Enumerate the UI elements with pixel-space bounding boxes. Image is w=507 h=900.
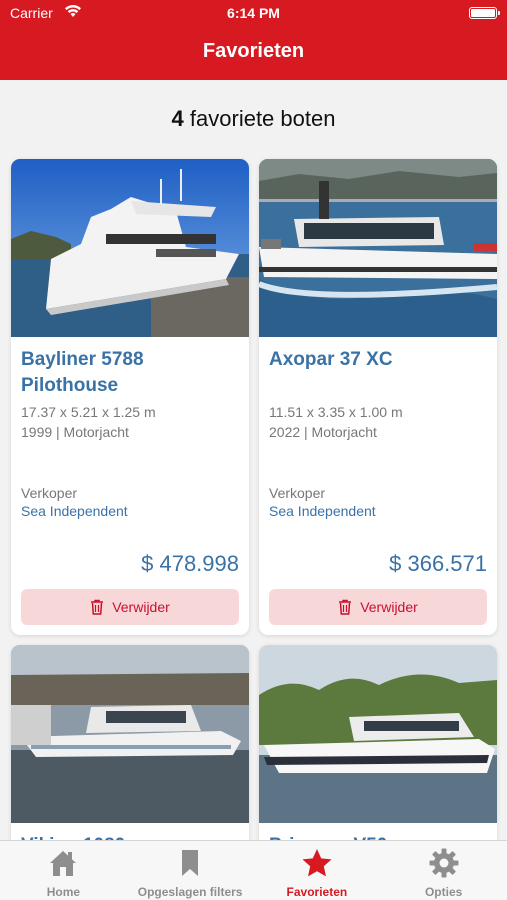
tab-home[interactable]: Home bbox=[0, 841, 127, 900]
trash-icon bbox=[339, 599, 352, 615]
boat-photo[interactable] bbox=[11, 159, 249, 337]
seller-link[interactable]: Sea Independent bbox=[21, 503, 128, 519]
boat-photo[interactable] bbox=[11, 645, 249, 823]
status-bar: Carrier 6:14 PM bbox=[10, 5, 500, 23]
battery-icon bbox=[469, 7, 500, 19]
tab-label: Opgeslagen filters bbox=[137, 885, 243, 899]
seller-label: Verkoper bbox=[21, 485, 78, 501]
bookmark-icon bbox=[182, 850, 199, 876]
favorites-count: 4 favoriete boten bbox=[0, 106, 507, 132]
remove-favorite-button[interactable]: Verwijder bbox=[21, 589, 239, 625]
app-header: Carrier 6:14 PM Favorieten bbox=[0, 0, 507, 80]
seller-label: Verkoper bbox=[269, 485, 326, 501]
tab-label: Favorieten bbox=[286, 885, 348, 899]
tab-favorites[interactable]: Favorieten bbox=[254, 841, 381, 900]
boat-dimensions: 11.51 x 3.35 x 1.00 m bbox=[269, 404, 403, 420]
remove-label: Verwijder bbox=[360, 599, 418, 615]
tab-bar: Home Opgeslagen filters Favorieten Optie… bbox=[0, 840, 507, 900]
boat-photo[interactable] bbox=[259, 159, 497, 337]
boat-name[interactable]: Bayliner 5788 Pilothouse bbox=[21, 347, 239, 399]
boat-year-type: 2022 | Motorjacht bbox=[269, 424, 377, 440]
remove-label: Verwijder bbox=[112, 599, 170, 615]
boat-card[interactable]: Princess V50 bbox=[259, 645, 497, 855]
boat-dimensions: 17.37 x 5.21 x 1.25 m bbox=[21, 404, 156, 420]
seller-link[interactable]: Sea Independent bbox=[269, 503, 376, 519]
remove-favorite-button[interactable]: Verwijder bbox=[269, 589, 487, 625]
tab-label: Home bbox=[46, 885, 81, 899]
boat-price: $ 366.571 bbox=[389, 551, 487, 576]
boat-card[interactable]: Bayliner 5788 Pilothouse 17.37 x 5.21 x … bbox=[11, 159, 249, 635]
boat-card[interactable]: Viking 1080 bbox=[11, 645, 249, 855]
trash-icon bbox=[91, 599, 104, 615]
tab-options[interactable]: Opties bbox=[380, 841, 507, 900]
favorites-count-label: favoriete boten bbox=[189, 106, 336, 131]
favorites-count-number: 4 bbox=[171, 106, 184, 131]
boat-photo[interactable] bbox=[259, 645, 497, 823]
tab-label: Opties bbox=[424, 885, 463, 899]
home-icon bbox=[50, 851, 77, 876]
boat-price: $ 478.998 bbox=[141, 551, 239, 576]
boat-name[interactable]: Axopar 37 XC bbox=[269, 347, 487, 373]
clock: 6:14 PM bbox=[227, 5, 280, 21]
star-icon bbox=[302, 849, 332, 877]
boat-card[interactable]: Axopar 37 XC 11.51 x 3.35 x 1.00 m 2022 … bbox=[259, 159, 497, 635]
gear-icon bbox=[429, 848, 459, 878]
boat-year-type: 1999 | Motorjacht bbox=[21, 424, 129, 440]
page-title: Favorieten bbox=[202, 40, 305, 62]
tab-saved-filters[interactable]: Opgeslagen filters bbox=[127, 841, 254, 900]
